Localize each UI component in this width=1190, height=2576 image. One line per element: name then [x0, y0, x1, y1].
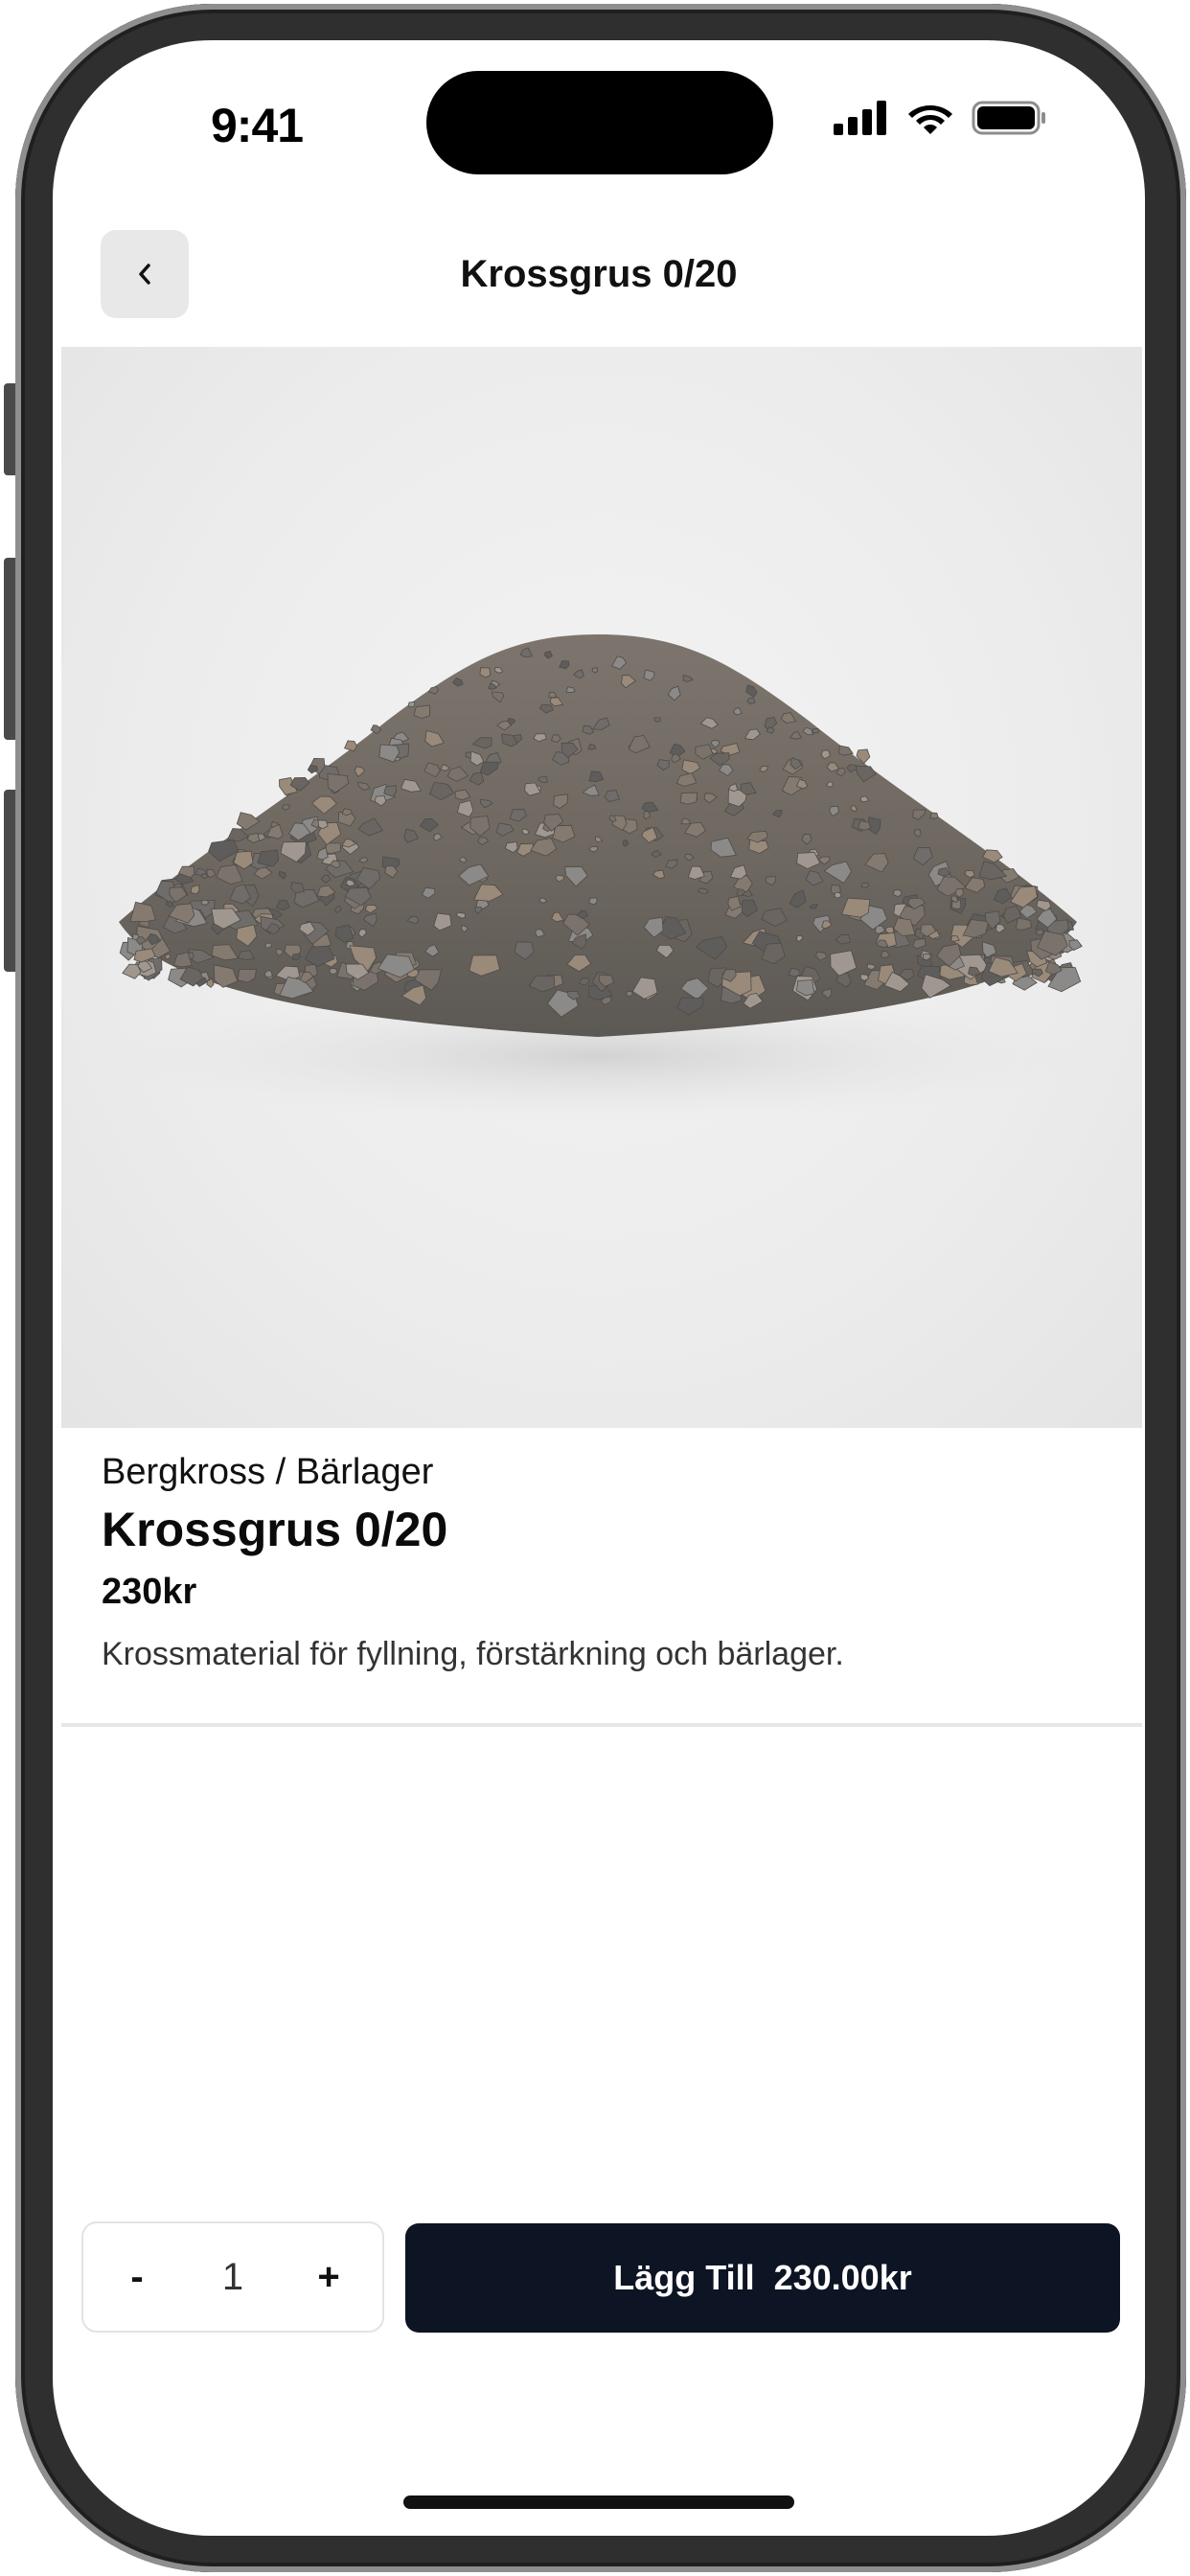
dynamic-island	[426, 71, 773, 174]
gravel-pile-image	[100, 634, 1096, 1123]
product-price: 230kr	[102, 1572, 197, 1612]
add-to-cart-label: Lägg Till	[613, 2258, 755, 2297]
status-icons	[834, 100, 1048, 136]
product-name: Krossgrus 0/20	[102, 1503, 448, 1556]
product-image	[61, 347, 1142, 1428]
product-description: Krossmaterial för fyllning, förstärkning…	[102, 1636, 844, 1672]
page-title: Krossgrus 0/20	[460, 253, 738, 295]
home-indicator[interactable]	[403, 2496, 794, 2509]
add-to-cart-button[interactable]: Lägg Till 230.00kr	[405, 2223, 1120, 2333]
wifi-icon	[908, 105, 952, 134]
screen: 9:41 Krossgrus 0/20 Bergkross / Bärlager…	[53, 40, 1145, 2536]
add-to-cart-total: 230.00kr	[773, 2258, 912, 2297]
product-info: Bergkross / Bärlager Krossgrus 0/20 230k…	[102, 1449, 1098, 1675]
volume-up-button	[4, 558, 15, 740]
increment-button[interactable]: +	[309, 2256, 348, 2299]
signal-icon	[834, 101, 886, 135]
product-category: Bergkross / Bärlager	[102, 1452, 434, 1492]
volume-down-button	[4, 790, 15, 972]
quantity-stepper: - 1 +	[81, 2221, 384, 2333]
quantity-value: 1	[221, 2255, 244, 2298]
status-time: 9:41	[211, 99, 304, 152]
silent-switch	[4, 383, 15, 475]
divider	[61, 1723, 1142, 1727]
decrement-button[interactable]: -	[118, 2256, 156, 2299]
battery-icon	[972, 101, 1045, 135]
